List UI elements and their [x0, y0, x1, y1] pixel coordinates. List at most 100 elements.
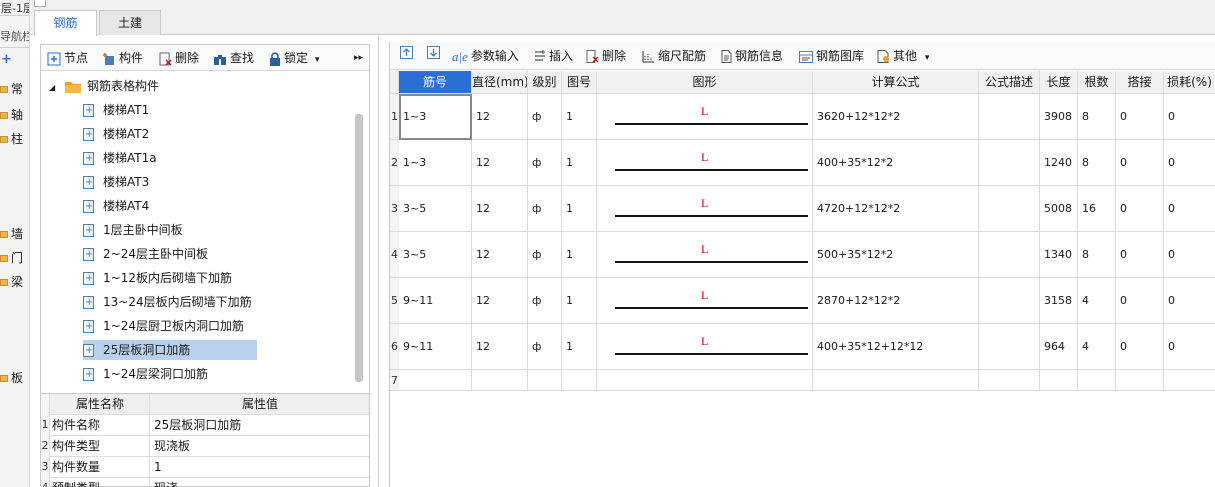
column-header-length[interactable]: 长度	[1040, 71, 1078, 94]
cell-bar-number[interactable]: 9~11	[399, 324, 472, 370]
cell-grade[interactable]	[528, 370, 562, 391]
nav-item[interactable]: 柱	[0, 130, 29, 148]
column-header-count[interactable]: 根数	[1078, 71, 1116, 94]
chevron-down-icon[interactable]: ▾	[925, 53, 930, 63]
cell-figure-number[interactable]	[562, 370, 597, 391]
cell-count[interactable]: 8	[1078, 94, 1116, 140]
cell-diameter[interactable]: 12	[472, 324, 528, 370]
cell-length[interactable]: 1240	[1040, 140, 1078, 186]
cell-formula-description[interactable]	[979, 232, 1040, 278]
cell-grade[interactable]: ф	[528, 94, 562, 140]
cell-diameter[interactable]: 12	[472, 140, 528, 186]
cell-shape[interactable]	[597, 370, 813, 391]
nav-item[interactable]: 常	[0, 80, 29, 98]
tree-item[interactable]: 1层主卧中间板	[83, 220, 183, 241]
column-header-loss[interactable]: 损耗(%)	[1164, 71, 1215, 94]
cell-count[interactable]: 4	[1078, 324, 1116, 370]
cell-diameter[interactable]: 12	[472, 186, 528, 232]
nav-item[interactable]: 板	[0, 369, 29, 387]
cell-grade[interactable]: ф	[528, 232, 562, 278]
tree-item[interactable]: 2~24层主卧中间板	[83, 244, 208, 265]
cell-shape[interactable]: L	[597, 140, 813, 186]
property-value[interactable]: 现浇板	[151, 436, 369, 457]
column-header-formula[interactable]: 计算公式	[813, 71, 979, 94]
property-row[interactable]: 4 预制类型 现浇	[41, 478, 369, 487]
cell-figure-number[interactable]: 1	[562, 140, 597, 186]
property-value[interactable]: 25层板洞口加筋	[151, 415, 369, 436]
cell-figure-number[interactable]: 1	[562, 94, 597, 140]
row-number[interactable]: 1	[390, 94, 399, 140]
delete-row-button[interactable]: 删除	[586, 47, 626, 65]
row-number[interactable]: 5	[390, 278, 399, 324]
cell-bar-number[interactable]	[399, 370, 472, 391]
cell-formula[interactable]: 400+35*12+12*12	[813, 324, 979, 370]
cell-lap[interactable]: 0	[1116, 140, 1164, 186]
tab-civil[interactable]: 土建	[99, 10, 161, 35]
cell-bar-number[interactable]: 3~5	[399, 186, 472, 232]
cell-formula-description[interactable]	[979, 186, 1040, 232]
other-button[interactable]: 其他 ▾	[877, 47, 929, 65]
cell-length[interactable]	[1040, 370, 1078, 391]
column-header-figure-number[interactable]: 图号	[562, 71, 597, 94]
rebar-library-button[interactable]: 钢筋图库	[799, 47, 864, 65]
cell-shape[interactable]: L	[597, 324, 813, 370]
cell-shape[interactable]: L	[597, 186, 813, 232]
column-header-formula-description[interactable]: 公式描述	[979, 71, 1040, 94]
tree-item[interactable]: 楼梯AT2	[83, 124, 149, 145]
move-down-button[interactable]	[427, 46, 440, 64]
cell-bar-number[interactable]: 1~3	[399, 140, 472, 186]
find-button[interactable]: 查找	[213, 49, 254, 67]
cell-lap[interactable]: 0	[1116, 94, 1164, 140]
cell-loss[interactable]	[1164, 370, 1215, 391]
tree-item[interactable]: 13~24层板内后砌墙下加筋	[83, 292, 252, 313]
nav-item[interactable]: 梁	[0, 273, 29, 291]
scale-rebar-button[interactable]: 缩尺配筋	[642, 47, 706, 65]
cell-formula[interactable]	[813, 370, 979, 391]
row-number[interactable]: 4	[390, 232, 399, 278]
chevron-down-icon[interactable]: ▾	[315, 55, 320, 65]
cell-loss[interactable]: 0	[1164, 278, 1215, 324]
cell-grade[interactable]: ф	[528, 186, 562, 232]
cell-bar-number[interactable]: 3~5	[399, 232, 472, 278]
row-number[interactable]: 3	[390, 186, 399, 232]
insert-button[interactable]: 插入	[534, 47, 573, 65]
tree-item-selected[interactable]: 25层板洞口加筋	[83, 340, 257, 361]
cell-count[interactable]: 16	[1078, 186, 1116, 232]
tab-rebar[interactable]: 钢筋	[34, 10, 97, 36]
cell-loss[interactable]: 0	[1164, 186, 1215, 232]
column-header-shape[interactable]: 图形	[597, 71, 813, 94]
rebar-info-button[interactable]: 钢筋信息	[721, 47, 783, 65]
cell-length[interactable]: 3908	[1040, 94, 1078, 140]
property-row[interactable]: 1 构件名称 25层板洞口加筋	[41, 415, 369, 436]
cell-formula-description[interactable]	[979, 324, 1040, 370]
cell-count[interactable]: 8	[1078, 232, 1116, 278]
cell-diameter[interactable]: 12	[472, 232, 528, 278]
tree-item[interactable]: 1~24层厨卫板内洞口加筋	[83, 316, 244, 337]
row-number[interactable]: 6	[390, 324, 399, 370]
cell-grade[interactable]: ф	[528, 140, 562, 186]
cell-figure-number[interactable]: 1	[562, 278, 597, 324]
component-button[interactable]: 构件	[102, 49, 143, 67]
cell-diameter[interactable]: 12	[472, 94, 528, 140]
cell-formula-description[interactable]	[979, 94, 1040, 140]
property-row[interactable]: 3 构件数量 1	[41, 457, 369, 478]
cell-lap[interactable]: 0	[1116, 324, 1164, 370]
cell-bar-number[interactable]: 9~11	[399, 278, 472, 324]
tree-root[interactable]: ◢ 钢筋表格构件	[49, 76, 159, 96]
cell-figure-number[interactable]: 1	[562, 324, 597, 370]
tree-item[interactable]: 1~24层梁洞口加筋	[83, 364, 208, 385]
cell-diameter[interactable]	[472, 370, 528, 391]
tree-item[interactable]: 楼梯AT4	[83, 196, 149, 217]
property-value[interactable]: 1	[151, 457, 369, 478]
property-value[interactable]: 现浇	[151, 478, 369, 487]
cell-figure-number[interactable]: 1	[562, 186, 597, 232]
move-up-button[interactable]	[400, 46, 413, 64]
nav-item[interactable]: 门	[0, 249, 29, 267]
cell-lap[interactable]: 0	[1116, 232, 1164, 278]
node-button[interactable]: 节点	[47, 49, 88, 67]
panel-splitter[interactable]	[378, 36, 379, 487]
floor-selector[interactable]: 层-1层	[0, 0, 29, 16]
cell-formula[interactable]: 400+35*12*2	[813, 140, 979, 186]
cell-formula[interactable]: 4720+12*12*2	[813, 186, 979, 232]
cell-shape[interactable]: L	[597, 232, 813, 278]
